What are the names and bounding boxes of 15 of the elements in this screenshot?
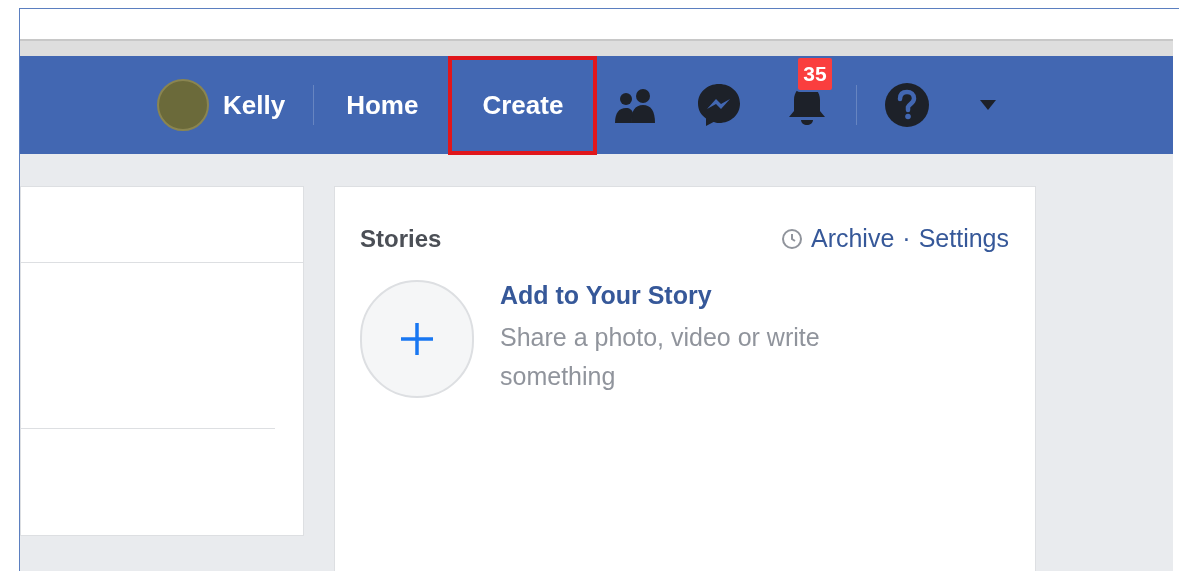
plus-icon xyxy=(399,320,435,357)
stories-heading: Stories xyxy=(360,223,442,254)
nav-link[interactable]: Create xyxy=(448,55,598,155)
help-icon[interactable] xyxy=(884,82,931,128)
profile-name[interactable]: Kelly xyxy=(223,85,286,125)
add-story-title[interactable]: Add to Your Story xyxy=(500,279,900,310)
notification-count: 35 xyxy=(796,56,834,92)
nav-link[interactable]: Home xyxy=(342,55,423,155)
separator-dot: · xyxy=(902,223,911,254)
settings-link[interactable]: Settings xyxy=(918,220,1009,258)
caret-icon[interactable] xyxy=(980,100,997,110)
clock-icon xyxy=(780,227,803,250)
archive-link[interactable]: Archive xyxy=(810,220,895,258)
add-story-description: Share a photo, video or write something xyxy=(500,321,821,392)
messenger-icon[interactable] xyxy=(696,82,743,128)
